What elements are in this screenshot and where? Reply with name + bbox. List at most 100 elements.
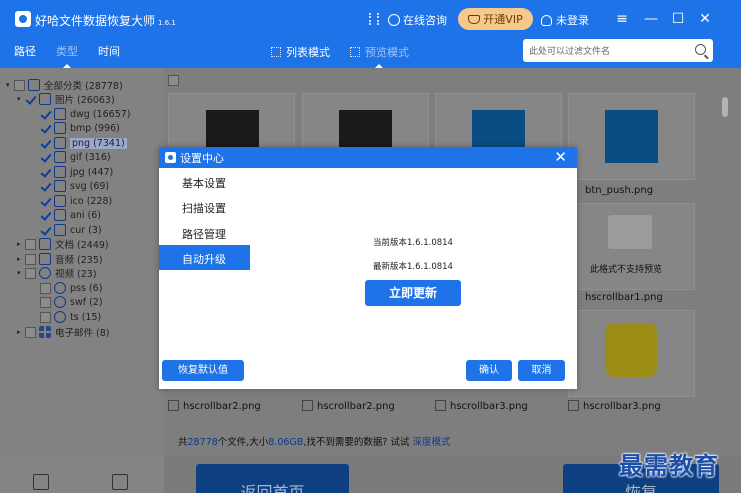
tab-type[interactable]: 类型 bbox=[56, 43, 78, 59]
checkbox[interactable] bbox=[40, 311, 51, 323]
tree-item-documents[interactable]: ▸ 文档 (2449) bbox=[17, 237, 109, 251]
checkbox[interactable] bbox=[40, 152, 51, 163]
tree-item-ts[interactable]: ts (15) bbox=[40, 310, 101, 324]
tree-item-pss[interactable]: pss (6) bbox=[40, 281, 102, 295]
checkbox[interactable] bbox=[25, 238, 36, 250]
checkbox[interactable] bbox=[40, 167, 51, 178]
tree-label: 视频 (23) bbox=[55, 269, 97, 280]
checkbox[interactable] bbox=[302, 400, 313, 411]
status-line: 共28778个文件,大小8.06GB,找不到需要的数据? 试试 深度模式 bbox=[178, 434, 450, 448]
app-title: 好哈文件数据恢复大师 1.6.1 bbox=[35, 12, 176, 29]
checkbox[interactable] bbox=[40, 210, 51, 221]
checkbox[interactable] bbox=[40, 282, 51, 294]
file-name[interactable]: hscrollbar2.png bbox=[168, 400, 261, 412]
checkbox[interactable] bbox=[40, 225, 51, 236]
drag-grip-icon[interactable] bbox=[369, 13, 379, 25]
search-placeholder: 此处可以过滤文件名 bbox=[529, 47, 611, 57]
tree-item-svg[interactable]: svg (69) bbox=[40, 179, 109, 193]
checkbox[interactable] bbox=[40, 181, 51, 192]
update-now-button[interactable]: 立即更新 bbox=[365, 280, 461, 306]
dialog-close-icon[interactable]: ✕ bbox=[554, 148, 567, 166]
checkbox[interactable] bbox=[25, 267, 36, 279]
checkbox[interactable] bbox=[25, 326, 36, 338]
briefcase-icon[interactable] bbox=[33, 474, 49, 490]
login-label: 未登录 bbox=[556, 14, 589, 27]
checkbox[interactable] bbox=[25, 253, 36, 265]
play-icon bbox=[39, 267, 51, 279]
maximize-icon[interactable]: ☐ bbox=[668, 9, 688, 29]
search-input[interactable]: 此处可以过滤文件名 bbox=[523, 39, 713, 62]
tree-item-png[interactable]: png (7341) bbox=[40, 136, 127, 150]
tab-path[interactable]: 路径 bbox=[14, 43, 36, 59]
dialog-title-bar: 设置中心 bbox=[159, 147, 577, 168]
tree-label: jpg (447) bbox=[70, 166, 114, 178]
menu-path-management[interactable]: 路径管理 bbox=[159, 220, 250, 245]
checkbox[interactable] bbox=[40, 123, 51, 134]
scrollbar[interactable] bbox=[720, 95, 728, 425]
checkbox[interactable] bbox=[568, 400, 579, 411]
minimize-icon[interactable]: — bbox=[641, 9, 661, 29]
tab-time[interactable]: 时间 bbox=[98, 43, 120, 59]
file-name-text: hscrollbar3.png bbox=[583, 401, 661, 412]
tree-footer bbox=[0, 456, 164, 493]
checkbox[interactable] bbox=[25, 94, 36, 105]
menu-basic-settings[interactable]: 基本设置 bbox=[159, 169, 250, 194]
tree-item-email[interactable]: ▸ 电子邮件 (8) bbox=[17, 325, 109, 339]
cancel-button[interactable]: 取消 bbox=[518, 360, 565, 381]
preview-mode-button[interactable]: 预览模式 bbox=[350, 44, 409, 60]
checkbox[interactable] bbox=[168, 400, 179, 411]
file-name-text: hscrollbar3.png bbox=[450, 401, 528, 412]
tree-item-audio[interactable]: ▸ 音频 (235) bbox=[17, 252, 103, 266]
menu-icon[interactable]: ≡ bbox=[612, 9, 632, 29]
tree-item-gif[interactable]: gif (316) bbox=[40, 150, 111, 164]
consult-icon bbox=[388, 14, 400, 26]
checkbox[interactable] bbox=[435, 400, 446, 411]
tree-item-cur[interactable]: cur (3) bbox=[40, 223, 102, 237]
checkbox[interactable] bbox=[40, 196, 51, 207]
file-name[interactable]: hscrollbar3.png bbox=[435, 400, 528, 412]
tree-item-dwg[interactable]: dwg (16657) bbox=[40, 107, 130, 121]
image-icon bbox=[39, 93, 51, 105]
tree-label: cur (3) bbox=[70, 224, 102, 236]
image-icon bbox=[54, 151, 66, 163]
dialog-title: 设置中心 bbox=[180, 151, 224, 165]
vip-button[interactable]: 开通VIP bbox=[458, 8, 533, 30]
checkbox[interactable] bbox=[40, 109, 51, 120]
tree-item-all[interactable]: ▾ 全部分类 (28778) bbox=[6, 78, 123, 92]
confirm-button[interactable]: 确认 bbox=[466, 360, 512, 381]
online-consult-button[interactable]: 在线咨询 bbox=[388, 12, 447, 28]
checkbox[interactable] bbox=[14, 79, 25, 91]
image-icon bbox=[54, 180, 66, 192]
status-mid: 个文件,大小 bbox=[217, 437, 269, 448]
tree-label: swf (2) bbox=[70, 296, 103, 308]
scrollbar-thumb[interactable] bbox=[722, 97, 728, 117]
close-icon[interactable]: ✕ bbox=[695, 9, 715, 29]
tree-item-video[interactable]: ▾ 视频 (23) bbox=[17, 266, 97, 280]
export-icon[interactable] bbox=[112, 474, 128, 490]
menu-auto-upgrade[interactable]: 自动升级 bbox=[159, 245, 250, 270]
menu-scan-settings[interactable]: 扫描设置 bbox=[159, 194, 250, 219]
tree-item-ani[interactable]: ani (6) bbox=[40, 208, 101, 222]
search-icon[interactable] bbox=[695, 44, 706, 55]
login-button[interactable]: 未登录 bbox=[541, 12, 589, 28]
restore-default-button[interactable]: 恢复默认值 bbox=[162, 360, 244, 381]
back-home-button[interactable]: 返回首页 bbox=[196, 464, 349, 493]
select-all-checkbox[interactable] bbox=[168, 75, 179, 86]
preview-mode-label: 预览模式 bbox=[365, 46, 409, 59]
status-prefix: 共 bbox=[178, 437, 188, 448]
tree-item-swf[interactable]: swf (2) bbox=[40, 295, 103, 309]
list-mode-button[interactable]: 列表模式 bbox=[271, 44, 330, 60]
tree-item-images[interactable]: ▾ 图片 (26063) bbox=[17, 92, 115, 106]
file-name[interactable]: hscrollbar2.png bbox=[302, 400, 395, 412]
file-name-text: hscrollbar2.png bbox=[317, 401, 395, 412]
tree-item-bmp[interactable]: bmp (996) bbox=[40, 121, 120, 135]
tree-item-jpg[interactable]: jpg (447) bbox=[40, 165, 113, 179]
checkbox[interactable] bbox=[40, 296, 51, 308]
tree-item-ico[interactable]: ico (228) bbox=[40, 194, 112, 208]
app-name: 好哈文件数据恢复大师 bbox=[35, 14, 156, 28]
checkbox[interactable] bbox=[40, 138, 51, 149]
tree-label: 图片 (26063) bbox=[55, 95, 115, 106]
file-name[interactable]: hscrollbar3.png bbox=[568, 400, 661, 412]
list-mode-label: 列表模式 bbox=[286, 46, 330, 59]
deep-mode-link[interactable]: 深度模式 bbox=[412, 437, 450, 448]
